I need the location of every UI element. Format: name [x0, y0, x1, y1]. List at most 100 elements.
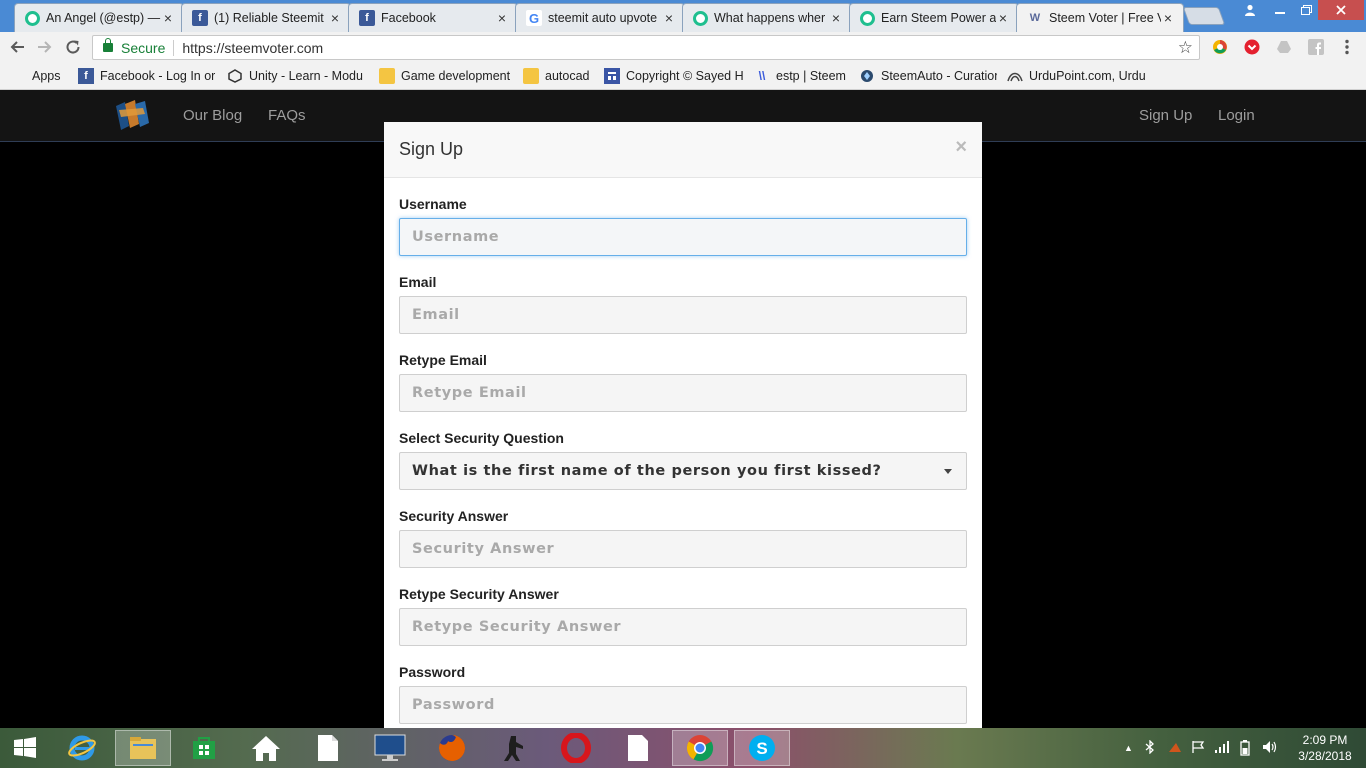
- username-input[interactable]: [399, 218, 967, 256]
- pocket-icon[interactable]: [1243, 38, 1261, 56]
- minimize-icon[interactable]: [1266, 0, 1294, 20]
- tab-earn-steem-power[interactable]: Earn Steem Power a ×: [849, 3, 1019, 32]
- tray-expand-icon[interactable]: ▲: [1124, 743, 1133, 753]
- flag-icon[interactable]: [1191, 740, 1205, 757]
- maximize-icon[interactable]: [1292, 0, 1320, 20]
- bluetooth-icon[interactable]: [1145, 739, 1155, 757]
- close-tab-icon[interactable]: ×: [829, 10, 843, 26]
- forward-arrow-icon[interactable]: [34, 36, 56, 58]
- bookmark-label: Copyright © Sayed H: [626, 68, 744, 83]
- tab-title: steemit auto upvote: [548, 11, 658, 25]
- modal-title: Sign Up: [399, 139, 464, 159]
- browser-tab-strip: An Angel (@estp) — × f (1) Reliable Stee…: [0, 0, 1366, 32]
- steemvoter-logo[interactable]: [113, 96, 153, 136]
- lenovo-monitor-icon[interactable]: [362, 730, 418, 766]
- security-answer-input[interactable]: [399, 530, 967, 568]
- bookmark-game-development[interactable]: Game development: [379, 67, 513, 84]
- address-divider: [173, 39, 175, 56]
- google-icon: G: [526, 10, 542, 26]
- tab-title: Facebook: [381, 11, 436, 25]
- browser-toolbar: Secure https://steemvoter.com ☆: [0, 32, 1366, 62]
- user-profile-icon[interactable]: [1236, 0, 1264, 20]
- close-tab-icon[interactable]: ×: [495, 10, 509, 26]
- tab-reliable-steemit[interactable]: f (1) Reliable Steemit ×: [181, 3, 351, 32]
- bookmark-label: autocad: [545, 68, 590, 83]
- url-text[interactable]: https://steemvoter.com: [182, 40, 323, 56]
- nav-login[interactable]: Login: [1218, 107, 1255, 124]
- retype-security-answer-input[interactable]: [399, 608, 967, 646]
- close-tab-icon[interactable]: ×: [161, 10, 175, 26]
- counter-strike-icon[interactable]: [486, 730, 542, 766]
- blank-document-icon[interactable]: [610, 730, 666, 766]
- bookmark-star-icon[interactable]: ☆: [1178, 38, 1193, 58]
- close-tab-icon[interactable]: ×: [328, 10, 342, 26]
- retype-email-input[interactable]: [399, 374, 967, 412]
- close-window-icon[interactable]: [1318, 0, 1364, 20]
- tab-title: An Angel (@estp) —: [46, 11, 161, 25]
- nav-our-blog[interactable]: Our Blog: [183, 107, 242, 124]
- tab-facebook[interactable]: f Facebook ×: [348, 3, 518, 32]
- tab-an-angel[interactable]: An Angel (@estp) — ×: [14, 3, 184, 32]
- page-icon: [604, 67, 620, 84]
- bookmark-apps[interactable]: Apps: [10, 68, 68, 84]
- store-icon[interactable]: [176, 730, 232, 766]
- opera-icon[interactable]: [548, 730, 604, 766]
- bookmark-facebook[interactable]: f Facebook - Log In or: [78, 67, 217, 84]
- bookmark-label: Apps: [32, 68, 61, 83]
- close-tab-icon[interactable]: ×: [1161, 10, 1175, 26]
- password-label: Password: [399, 664, 466, 680]
- close-tab-icon[interactable]: ×: [662, 10, 676, 26]
- bookmark-label: Facebook - Log In or: [100, 68, 216, 83]
- new-tab-button[interactable]: [1182, 7, 1226, 25]
- bookmark-steemauto[interactable]: SteemAuto - Curation: [859, 68, 997, 84]
- address-bar[interactable]: Secure https://steemvoter.com ☆: [92, 35, 1200, 60]
- app-tray-icon[interactable]: [1167, 740, 1183, 757]
- tab-steem-voter[interactable]: W Steem Voter | Free V ×: [1016, 3, 1184, 32]
- close-icon[interactable]: ×: [955, 136, 967, 159]
- security-answer-label: Security Answer: [399, 508, 509, 524]
- drive-icon[interactable]: [1275, 38, 1293, 56]
- bookmark-estp-steem[interactable]: \\ estp | Steem: [754, 68, 849, 84]
- firefox-icon[interactable]: [424, 730, 480, 766]
- home-icon[interactable]: [238, 730, 294, 766]
- steem-icon: \\: [758, 68, 766, 83]
- taskbar-clock[interactable]: 2:09 PM 3/28/2018: [1290, 732, 1360, 764]
- security-question-select[interactable]: What is the first name of the person you…: [399, 452, 967, 490]
- steemit-icon: [25, 10, 40, 26]
- skype-icon[interactable]: S: [734, 730, 790, 766]
- back-arrow-icon[interactable]: [6, 36, 28, 58]
- tab-steemit-auto-upvote[interactable]: G steemit auto upvote ×: [515, 3, 685, 32]
- windows-start-icon[interactable]: [0, 730, 50, 766]
- bookmark-autocad[interactable]: autocad: [523, 67, 594, 84]
- steemit-icon: [860, 10, 875, 26]
- bookmarks-bar: Apps f Facebook - Log In or Unity - Lear…: [0, 62, 1366, 90]
- reload-icon[interactable]: [62, 36, 84, 58]
- close-tab-icon[interactable]: ×: [996, 10, 1010, 26]
- document-icon[interactable]: [300, 730, 356, 766]
- internet-explorer-icon[interactable]: [54, 730, 110, 766]
- tab-title: Steem Voter | Free V: [1049, 11, 1161, 25]
- email-input[interactable]: [399, 296, 967, 334]
- menu-dots-icon[interactable]: [1338, 38, 1356, 56]
- chrome-icon[interactable]: [672, 730, 728, 766]
- nav-faqs[interactable]: FAQs: [268, 107, 306, 124]
- battery-icon[interactable]: [1240, 740, 1250, 759]
- password-input[interactable]: [399, 686, 967, 724]
- tab-title: Earn Steem Power a: [881, 11, 996, 25]
- bookmark-copyright[interactable]: Copyright © Sayed H: [604, 67, 744, 84]
- tab-title: (1) Reliable Steemit: [214, 11, 324, 25]
- nav-sign-up[interactable]: Sign Up: [1139, 107, 1192, 124]
- facebook-extension-icon[interactable]: [1307, 38, 1325, 56]
- file-explorer-icon[interactable]: [115, 730, 171, 766]
- volume-icon[interactable]: [1262, 740, 1278, 757]
- folder-icon: [523, 67, 539, 84]
- extension-color-icon[interactable]: [1211, 38, 1229, 56]
- bookmark-unity[interactable]: Unity - Learn - Modu: [227, 68, 369, 84]
- network-signal-icon[interactable]: [1214, 740, 1230, 757]
- retype-security-answer-label: Retype Security Answer: [399, 586, 559, 602]
- bookmark-urdupoint[interactable]: UrduPoint.com, Urdu: [1007, 68, 1147, 84]
- tab-what-happens[interactable]: What happens wher ×: [682, 3, 852, 32]
- chevron-down-icon: [944, 469, 952, 474]
- apps-grid-icon: [10, 68, 26, 84]
- modal-header: Sign Up ×: [384, 122, 982, 178]
